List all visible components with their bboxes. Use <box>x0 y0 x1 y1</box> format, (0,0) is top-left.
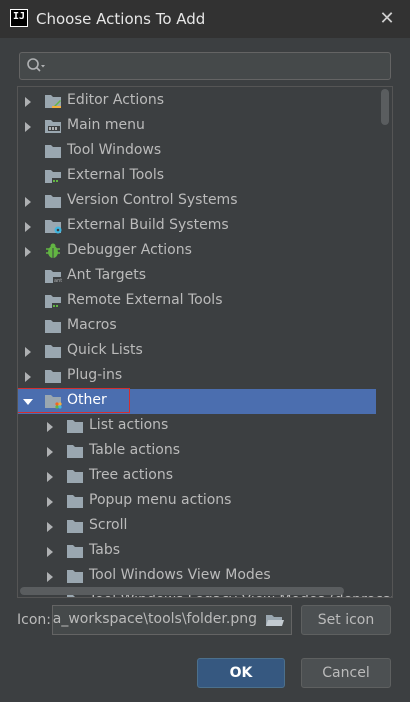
tree-item-label: Popup menu actions <box>89 492 232 508</box>
tree-item[interactable]: List actions <box>18 414 392 439</box>
tree-item-label: Tabs <box>89 542 120 558</box>
tree-item[interactable]: Tool Windows View Modes <box>18 564 392 589</box>
tree-item[interactable]: Macros <box>18 314 392 339</box>
search-icon[interactable] <box>26 57 46 75</box>
folder-icon <box>66 568 84 584</box>
remote-tools-folder-icon <box>44 293 62 309</box>
ant-folder-icon: ant <box>44 268 62 284</box>
expand-arrow-right-icon[interactable] <box>44 596 56 598</box>
tree-item-label: Quick Lists <box>67 342 143 358</box>
expand-arrow-right-icon[interactable] <box>44 471 56 483</box>
browse-folder-icon[interactable] <box>265 612 285 628</box>
expand-arrow-right-icon[interactable] <box>44 421 56 433</box>
bug-icon <box>44 243 62 259</box>
cancel-button[interactable]: Cancel <box>301 658 391 688</box>
icon-path-value: ea_workspace\tools\folder.png <box>52 611 257 627</box>
horizontal-scrollbar-thumb[interactable] <box>20 587 344 595</box>
expand-arrow-right-icon[interactable] <box>22 96 34 108</box>
other-folder-icon <box>44 393 62 409</box>
editor-actions-folder-icon <box>44 93 62 109</box>
tree-item[interactable]: Table actions <box>18 439 392 464</box>
vertical-scrollbar[interactable] <box>378 87 392 585</box>
svg-text:ant: ant <box>54 278 62 284</box>
tree-item-label: Scroll <box>89 517 128 533</box>
tree-item-label: Debugger Actions <box>67 242 192 258</box>
expand-arrow-right-icon[interactable] <box>22 371 34 383</box>
search-box[interactable] <box>19 52 391 80</box>
expand-arrow-right-icon[interactable] <box>44 446 56 458</box>
search-input[interactable] <box>52 56 386 78</box>
tree-item[interactable]: Quick Lists <box>18 339 392 364</box>
tree-item[interactable]: Tool Windows <box>18 139 392 164</box>
folder-icon <box>44 318 62 334</box>
tree-item-label: Tool Windows <box>67 142 162 158</box>
folder-icon <box>66 443 84 459</box>
tree-item[interactable]: Popup menu actions <box>18 489 392 514</box>
tree-item[interactable]: ant Ant Targets <box>18 264 392 289</box>
expand-arrow-right-icon[interactable] <box>44 496 56 508</box>
tree-item[interactable]: Version Control Systems <box>18 189 392 214</box>
tree-item[interactable]: External Tools <box>18 164 392 189</box>
folder-icon <box>66 418 84 434</box>
expand-arrow-right-icon[interactable] <box>44 546 56 558</box>
build-folder-icon <box>44 218 62 234</box>
folder-icon <box>66 468 84 484</box>
expand-arrow-right-icon[interactable] <box>22 246 34 258</box>
tree-item-label: External Tools <box>67 167 165 183</box>
folder-icon <box>44 143 62 159</box>
tree-item[interactable]: Debugger Actions <box>18 239 392 264</box>
tree-item[interactable]: Main menu <box>18 114 392 139</box>
tree-item-label: Version Control Systems <box>67 192 238 208</box>
actions-tree[interactable]: Tool Windows Legacy View Modes (deprecat… <box>17 86 393 598</box>
tree-item-label: Macros <box>67 317 117 333</box>
tree-item-label: External Build Systems <box>67 217 229 233</box>
tree-item-label: Main menu <box>67 117 145 133</box>
expand-arrow-right-icon[interactable] <box>22 221 34 233</box>
expand-arrow-right-icon[interactable] <box>44 521 56 533</box>
expand-arrow-down-icon[interactable] <box>22 396 34 408</box>
tree-item[interactable]: Scroll <box>18 514 392 539</box>
ok-button[interactable]: OK <box>197 658 285 688</box>
intellij-app-icon: IJ <box>10 9 28 27</box>
title-bar: IJ Choose Actions To Add ✕ <box>0 0 410 38</box>
main-menu-folder-icon <box>44 118 62 134</box>
folder-icon <box>66 543 84 559</box>
folder-icon <box>66 493 84 509</box>
tree-item-label: Table actions <box>89 442 181 458</box>
icon-path-field[interactable]: ea_workspace\tools\folder.png <box>52 605 292 635</box>
expand-arrow-right-icon[interactable] <box>22 121 34 133</box>
vertical-scrollbar-thumb[interactable] <box>381 89 389 125</box>
tree-item[interactable]: Tree actions <box>18 464 392 489</box>
tree-item[interactable]: Other <box>18 388 376 414</box>
tree-item[interactable]: External Build Systems <box>18 214 392 239</box>
folder-icon <box>44 193 62 209</box>
choose-actions-dialog: IJ Choose Actions To Add ✕ Tool Windows … <box>0 0 410 702</box>
tree-item-label: List actions <box>89 417 169 433</box>
folder-icon <box>44 343 62 359</box>
set-icon-button[interactable]: Set icon <box>301 605 391 635</box>
tree-item-label: Editor Actions <box>67 92 165 108</box>
tree-item-label: Tree actions <box>89 467 174 483</box>
expand-arrow-right-icon[interactable] <box>44 571 56 583</box>
tree-item-label: Other <box>67 392 107 408</box>
expand-arrow-right-icon[interactable] <box>22 196 34 208</box>
tree-item-label: Tool Windows View Modes <box>89 567 271 583</box>
folder-icon <box>66 518 84 534</box>
icon-label: Icon: <box>17 612 51 628</box>
tree-item[interactable]: Editor Actions <box>18 89 392 114</box>
tree-item-label: Remote External Tools <box>67 292 223 308</box>
tree-item-label: Ant Targets <box>67 267 146 283</box>
tree-item-label: Plug-ins <box>67 367 123 383</box>
tree-item[interactable]: Tabs <box>18 539 392 564</box>
expand-arrow-right-icon[interactable] <box>22 346 34 358</box>
close-icon[interactable]: ✕ <box>376 8 398 30</box>
tree-item[interactable]: Plug-ins <box>18 364 392 389</box>
tree-item[interactable]: Remote External Tools <box>18 289 392 314</box>
external-tools-folder-icon <box>44 168 62 184</box>
folder-icon <box>44 368 62 384</box>
dialog-title: Choose Actions To Add <box>36 10 206 28</box>
